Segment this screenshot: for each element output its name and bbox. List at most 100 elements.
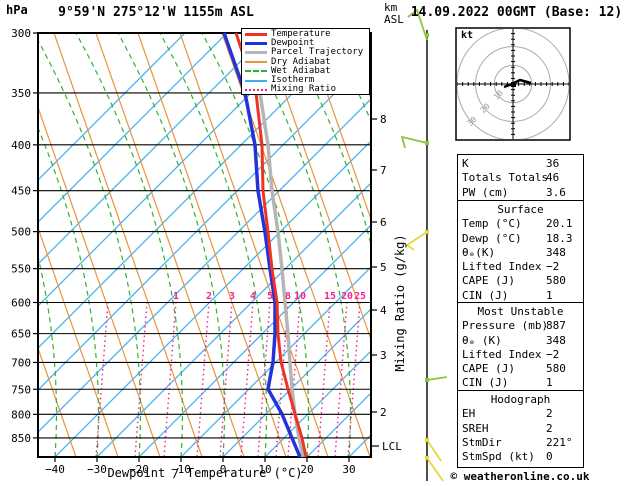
temp-tick-label: 30 (342, 463, 355, 476)
isotherm-line (38, 33, 228, 223)
pressure-tick-label: 850 (11, 432, 31, 445)
table-row-value: 221° (546, 435, 573, 449)
table-row: CAPE (J) 580 (458, 362, 583, 376)
skewt-sounding-page: 300 350 400 450 500 550 600 650 700 750 800 850 −40−… (0, 0, 629, 486)
table-row-label: θₑ (K) (462, 333, 502, 347)
table-row-label: EH (462, 407, 476, 421)
isotherm-line (38, 33, 354, 349)
table-row: CAPE (J) 580 (458, 274, 583, 288)
indices-table: Hodograph EH 2 SREH 2 StmDir 221° StmSpd (kt) 0 (457, 390, 584, 468)
pressure-tick-label: 800 (11, 408, 31, 421)
mixing-ratio-line (196, 301, 210, 457)
wet-adiabat-line (159, 33, 268, 457)
table-row: StmSpd (kt) 0 (458, 450, 583, 464)
mixing-ratio-line (334, 301, 348, 457)
table-row: Temp (°C) 20.1 (458, 217, 583, 231)
legend-line-sample (245, 61, 267, 64)
datetime-title: 14.09.2022 00GMT (Base: 12) (410, 5, 623, 20)
table-row-label: Lifted Index (462, 347, 542, 361)
table-row-label: Temp (°C) (462, 217, 522, 231)
station-title: 9°59'N 275°12'W 1155m ASL (58, 5, 254, 20)
table-row-label: Totals Totals (462, 171, 549, 185)
legend-item-label: Mixing Ratio (271, 84, 337, 95)
temperature-axis-label: Dewpoint / Temperature (°C) (107, 466, 303, 480)
table-row: Dewp (°C) 18.3 (458, 232, 583, 246)
wet-adiabat-line (117, 33, 226, 457)
legend-item: Mixing Ratio (245, 85, 369, 94)
km-tick-label: 2 (380, 406, 387, 419)
legend-line-sample (245, 70, 267, 73)
km-tick-label: 7 (380, 164, 387, 177)
mixing-ratio-label: 20 (341, 291, 353, 302)
table-row-value: 348 (546, 245, 566, 259)
mixing-ratio-label: 4 (250, 291, 256, 302)
table-row-value: 1 (546, 288, 553, 302)
table-row-label: CAPE (J) (462, 274, 515, 288)
pressure-tick-label: 300 (11, 27, 31, 40)
table-row: StmDir 221° (458, 436, 583, 450)
wind-barb (426, 376, 448, 381)
table-row-value: 3.6 (546, 185, 566, 199)
table-row-label: K (462, 157, 469, 170)
pressure-tick-label: 500 (11, 226, 31, 239)
km-tick-label: 6 (380, 216, 387, 229)
mixing-ratio-axis-label: Mixing Ratio (g/kg) (393, 234, 407, 372)
pressure-tick-label: 650 (11, 328, 31, 341)
table-row-value: 1 (546, 376, 553, 390)
mixing-ratio-label: 10 (294, 291, 306, 302)
table-row-label: Pressure (mb) (462, 319, 549, 333)
table-title: Hodograph (490, 393, 551, 406)
pressure-tick-label: 600 (11, 296, 31, 309)
table-row-value: 46 (546, 171, 560, 185)
pressure-tick-label: 400 (11, 139, 31, 152)
dry-adiabat-line (38, 105, 161, 457)
pressure-tick-label: 750 (11, 383, 31, 396)
table-row-label: CIN (J) (462, 376, 509, 390)
pressure-tick-label: 550 (11, 263, 31, 276)
mixing-ratio-label: 2 (206, 291, 212, 302)
km-tick-label: 5 (380, 261, 387, 274)
indices-table: Most Unstable Pressure (mb) 887 θₑ (K) 348 Li… (457, 302, 584, 391)
altitude-axis-unit-asl: ASL (384, 13, 404, 26)
table-row-value: 887 (546, 319, 566, 333)
mixing-ratio-label: 15 (324, 291, 336, 302)
table-row: PW (cm) 3.6 (458, 186, 583, 200)
temp-tick-label: −30 (87, 463, 107, 476)
table-row-value: −2 (546, 347, 560, 361)
wind-barb-station (425, 33, 429, 37)
legend-line-sample (245, 79, 267, 82)
temp-tick-label: −40 (45, 463, 65, 476)
hodograph-unit-label: kt (461, 30, 474, 41)
wind-barb (405, 231, 428, 251)
wind-barb (400, 135, 428, 149)
km-tick-label: 3 (380, 349, 387, 362)
chart-border (37, 32, 372, 458)
wind-barb-station (425, 141, 429, 145)
table-row-value: 580 (546, 274, 566, 288)
legend-line-sample (245, 88, 267, 91)
table-row-label: CIN (J) (462, 288, 509, 302)
pressure-tick-label: 700 (11, 356, 31, 369)
table-row: θₑ (K) 348 (458, 334, 583, 348)
km-tick-label: 8 (380, 113, 387, 126)
table-row-value: 20.1 (546, 217, 573, 231)
table-row-value: 348 (546, 333, 566, 347)
table-row: Lifted Index −2 (458, 348, 583, 362)
legend-line-sample (245, 42, 267, 46)
hodograph-origin-marker (511, 82, 516, 87)
table-row-value: 18.3 (546, 231, 573, 245)
table-row: EH 2 (458, 407, 583, 421)
table-title: Surface (497, 203, 544, 216)
mixing-ratio-label: 3 (229, 291, 235, 302)
table-row-label: PW (cm) (462, 185, 509, 199)
table-row-value: 2 (546, 407, 553, 421)
table-row: CIN (J) 1 (458, 289, 583, 303)
pressure-axis-unit: hPa (6, 3, 28, 17)
wind-barb-station (425, 456, 429, 460)
wind-barb-station (425, 378, 429, 382)
mixing-ratio-label: 25 (354, 291, 366, 302)
wet-adiabat-line (327, 33, 371, 123)
wind-barb (426, 457, 444, 482)
table-row-label: θₑ(K) (462, 245, 496, 259)
table-row-value: −2 (546, 260, 560, 274)
